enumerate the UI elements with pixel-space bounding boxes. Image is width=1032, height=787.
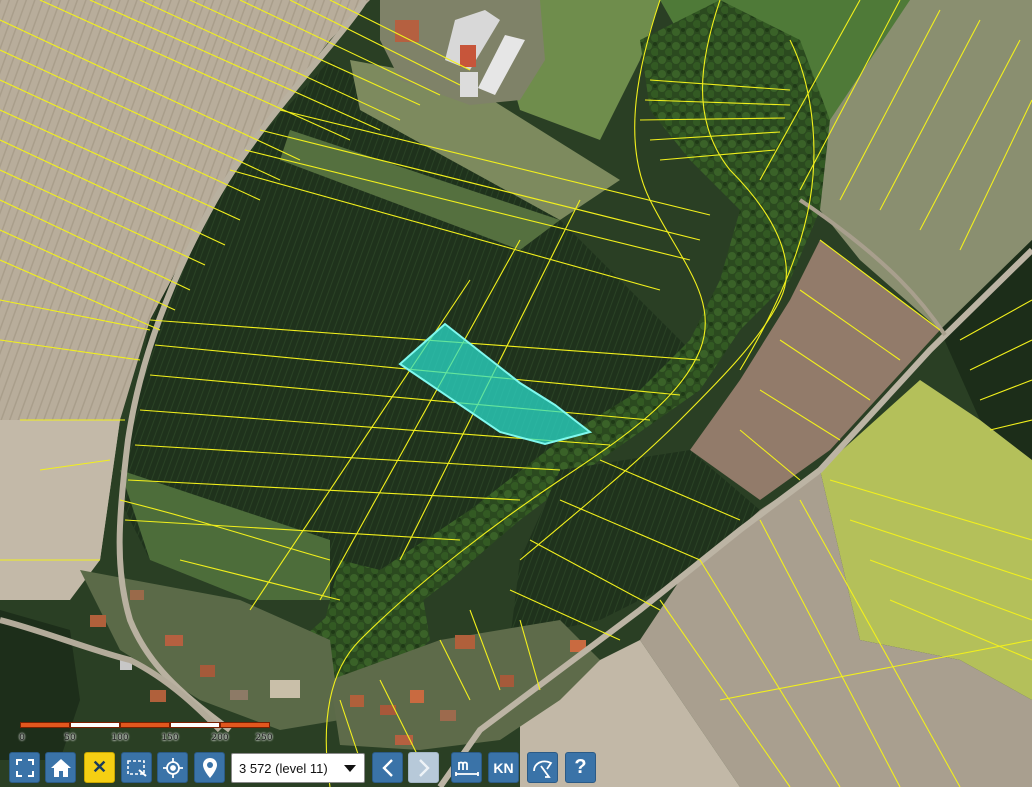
scale-bar: 0 50 100 150 200 250 <box>19 722 273 746</box>
clear-selection-button[interactable]: ✕ <box>84 752 115 783</box>
help-button[interactable]: ? <box>565 752 596 783</box>
kn-button[interactable]: KN <box>488 752 519 783</box>
scale-label-150: 150 <box>161 733 179 743</box>
fullscreen-icon <box>15 758 34 777</box>
cadastral-map[interactable] <box>0 0 1032 787</box>
scale-select[interactable]: 3 572 (level 11) <box>231 753 365 783</box>
chevron-left-icon <box>381 758 393 777</box>
fullscreen-button[interactable] <box>9 752 40 783</box>
scale-segment-2 <box>70 722 120 728</box>
measure-button[interactable] <box>451 752 482 783</box>
measure-icon <box>454 761 479 776</box>
next-view-button[interactable] <box>408 752 439 783</box>
map-toolbar: ✕ 3 572 (level 11) KN ? <box>0 749 1032 787</box>
scale-segment-3 <box>120 722 170 728</box>
select-area-button[interactable] <box>121 752 152 783</box>
locate-button[interactable] <box>157 752 188 783</box>
kn-label: KN <box>493 759 514 776</box>
scale-segment-1 <box>20 722 70 728</box>
home-icon <box>50 758 71 777</box>
scale-label-100: 100 <box>111 733 129 743</box>
previous-view-button[interactable] <box>372 752 403 783</box>
close-icon: ✕ <box>91 757 108 777</box>
help-icon: ? <box>574 756 587 778</box>
scale-segment-5 <box>220 722 270 728</box>
scale-segment-4 <box>170 722 220 728</box>
home-button[interactable] <box>45 752 76 783</box>
scale-label-50: 50 <box>64 733 76 743</box>
crosshair-icon <box>162 757 183 778</box>
scale-label-250: 250 <box>255 733 273 743</box>
select-area-icon <box>126 759 147 777</box>
polygon-tool-button[interactable] <box>527 752 558 783</box>
polygon-tool-icon <box>532 760 552 778</box>
chevron-down-icon <box>344 765 356 772</box>
marker-button[interactable] <box>194 752 225 783</box>
scale-label-200: 200 <box>211 733 229 743</box>
scale-label-0: 0 <box>19 733 25 743</box>
map-marker-icon <box>202 757 217 778</box>
chevron-right-icon <box>418 758 430 777</box>
scale-select-value: 3 572 (level 11) <box>239 760 328 776</box>
